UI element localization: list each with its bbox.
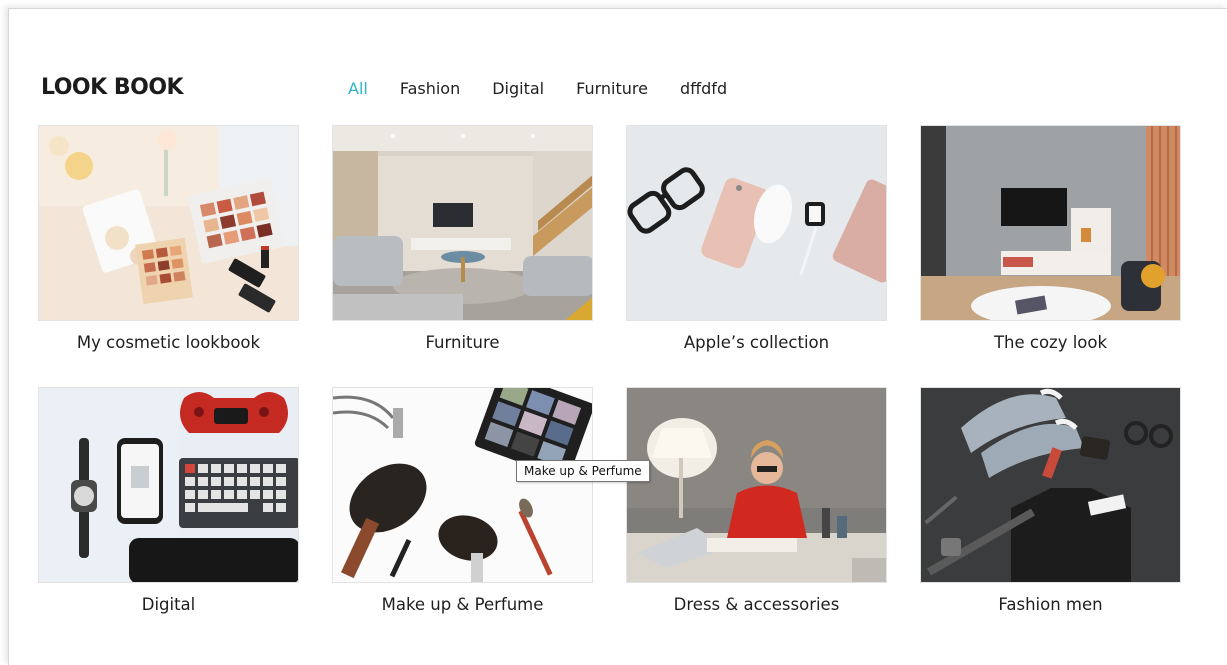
lookbook-caption[interactable]: Fashion men bbox=[920, 593, 1181, 617]
lookbook-caption[interactable]: Digital bbox=[38, 593, 299, 617]
lookbook-card[interactable]: Digital bbox=[38, 387, 299, 617]
lookbook-caption[interactable]: Apple’s collection bbox=[626, 331, 887, 355]
lookbook-thumbnail-makeup[interactable] bbox=[332, 387, 593, 583]
lookbook-caption[interactable]: Furniture bbox=[332, 331, 593, 355]
lookbook-caption[interactable]: My cosmetic lookbook bbox=[38, 331, 299, 355]
lookbook-card[interactable]: Make up & Perfume bbox=[332, 387, 593, 617]
lookbook-caption[interactable]: The cozy look bbox=[920, 331, 1181, 355]
lookbook-card[interactable]: Apple’s collection bbox=[626, 125, 887, 355]
filter-tab-fashion[interactable]: Fashion bbox=[400, 77, 460, 101]
lookbook-card[interactable]: Fashion men bbox=[920, 387, 1181, 617]
lookbook-card[interactable]: My cosmetic lookbook bbox=[38, 125, 299, 355]
lookbook-caption[interactable]: Dress & accessories bbox=[626, 593, 887, 617]
lookbook-thumbnail-fashion-men[interactable] bbox=[920, 387, 1181, 583]
filter-tab-dffdfd[interactable]: dffdfd bbox=[680, 77, 727, 101]
filter-tab-digital[interactable]: Digital bbox=[492, 77, 544, 101]
page-title: LOOK BOOK bbox=[41, 75, 184, 100]
lookbook-header: LOOK BOOK All Fashion Digital Furniture … bbox=[41, 73, 1221, 113]
lookbook-thumbnail-cosmetics[interactable] bbox=[38, 125, 299, 321]
lookbook-caption[interactable]: Make up & Perfume bbox=[332, 593, 593, 617]
lookbook-thumbnail-apple[interactable] bbox=[626, 125, 887, 321]
lookbook-card[interactable]: Dress & accessories bbox=[626, 387, 887, 617]
filter-tab-all[interactable]: All bbox=[348, 77, 368, 101]
lookbook-thumbnail-cozy[interactable] bbox=[920, 125, 1181, 321]
lookbook-card[interactable]: Furniture bbox=[332, 125, 593, 355]
lookbook-card[interactable]: The cozy look bbox=[920, 125, 1181, 355]
lookbook-thumbnail-furniture[interactable] bbox=[332, 125, 593, 321]
image-tooltip: Make up & Perfume bbox=[516, 460, 650, 482]
filter-tab-furniture[interactable]: Furniture bbox=[576, 77, 648, 101]
lookbook-thumbnail-digital[interactable] bbox=[38, 387, 299, 583]
lookbook-thumbnail-dress[interactable] bbox=[626, 387, 887, 583]
category-filter-tabs: All Fashion Digital Furniture dffdfd bbox=[348, 77, 759, 101]
